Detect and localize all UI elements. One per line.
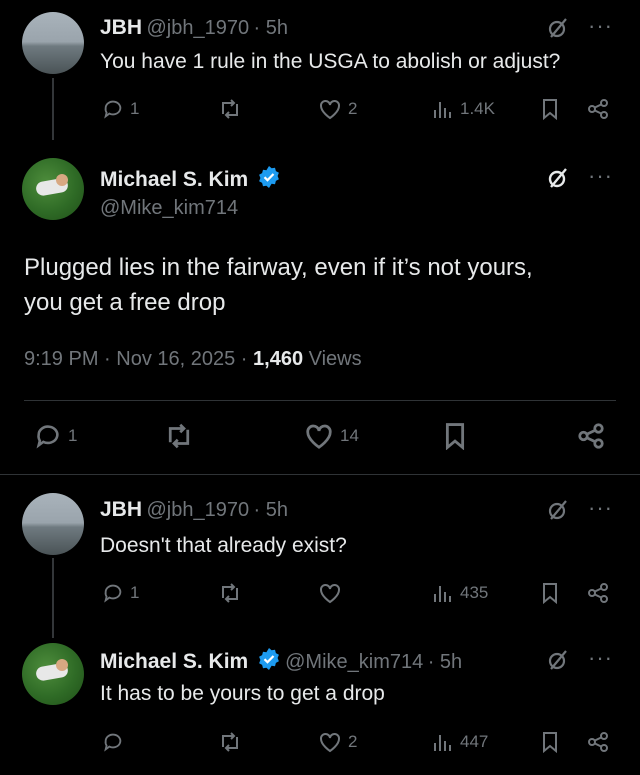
reply-icon (104, 733, 122, 752)
share-icon (588, 732, 608, 752)
bookmark-button[interactable] (442, 422, 468, 450)
author-handle[interactable]: @jbh_1970 (146, 17, 249, 39)
like-button[interactable]: 2 (318, 731, 357, 753)
tweet-text: Plugged lies in the fairway, even if it’… (24, 250, 533, 320)
grok-icon[interactable] (546, 648, 570, 677)
author-name[interactable]: Michael S. Kim (100, 168, 248, 191)
bookmark-button[interactable] (540, 98, 560, 120)
more-icon[interactable]: ··· (588, 645, 613, 671)
grok-icon[interactable] (546, 498, 570, 527)
reply-button[interactable]: 1 (34, 422, 77, 450)
share-button[interactable] (586, 731, 610, 753)
author-handle[interactable]: @jbh_1970 (146, 499, 249, 521)
repost-button[interactable] (218, 98, 242, 120)
verified-badge-icon (258, 166, 279, 188)
repost-button[interactable] (218, 731, 242, 753)
share-icon (588, 583, 608, 603)
post-time[interactable]: · 5h (254, 17, 288, 39)
reply-icon (104, 100, 122, 119)
avatar[interactable] (22, 12, 84, 74)
reply-count: 1 (68, 426, 78, 445)
view-count: 1.4K (460, 99, 495, 118)
share-icon (578, 423, 604, 449)
avatar[interactable] (22, 643, 84, 705)
views-count: 1,460 (253, 348, 304, 370)
views-button[interactable]: 435 (432, 582, 488, 604)
post-time[interactable]: · 5h (428, 651, 462, 673)
divider (24, 400, 616, 401)
tweet-text: It has to be yours to get a drop (100, 682, 385, 705)
bookmark-button[interactable] (540, 582, 560, 604)
views-button[interactable]: 447 (432, 731, 488, 753)
timestamp[interactable]: 9:19 PM · Nov 16, 2025 · (24, 348, 253, 370)
views-icon (434, 735, 451, 751)
author-name[interactable]: JBH (100, 498, 142, 521)
tweet-header: Michael S. Kim @Mike_kim714 · 5h (100, 647, 462, 674)
grok-icon[interactable] (546, 16, 570, 45)
share-button[interactable] (576, 422, 606, 450)
grok-icon[interactable] (546, 166, 570, 195)
thread-line (52, 558, 54, 638)
tweet-header: Michael S. Kim (100, 165, 281, 192)
author-handle[interactable]: @Mike_kim714 (285, 651, 423, 673)
share-button[interactable] (586, 98, 610, 120)
view-count: 447 (460, 732, 489, 751)
bookmark-icon (543, 732, 557, 753)
like-count: 2 (348, 732, 358, 751)
heart-icon (320, 99, 340, 120)
more-icon[interactable]: ··· (588, 13, 613, 39)
bookmark-button[interactable] (540, 731, 560, 753)
more-icon[interactable]: ··· (588, 163, 613, 189)
reply-count: 1 (130, 99, 140, 118)
views-label: Views (303, 348, 362, 370)
more-icon[interactable]: ··· (588, 495, 613, 521)
repost-button[interactable] (164, 422, 194, 450)
views-button[interactable]: 1.4K (432, 98, 495, 120)
reply-button[interactable]: 1 (102, 98, 139, 120)
author-handle[interactable]: @Mike_kim714 (100, 197, 238, 220)
bookmark-icon (445, 423, 465, 450)
avatar[interactable] (22, 493, 84, 555)
like-count: 14 (340, 426, 359, 445)
heart-icon (320, 732, 340, 753)
bookmark-icon (543, 99, 557, 120)
author-name[interactable]: JBH (100, 16, 142, 39)
heart-icon (306, 424, 332, 449)
tweet-meta: 9:19 PM · Nov 16, 2025 · 1,460 Views (24, 348, 362, 371)
thread-line (52, 78, 54, 140)
tweet-text-line: Plugged lies in the fairway, even if it’… (24, 254, 533, 281)
tweet-text-line: you get a free drop (24, 289, 226, 316)
like-count: 2 (348, 99, 358, 118)
tweet-text: You have 1 rule in the USGA to abolish o… (100, 50, 561, 73)
repost-icon (168, 423, 190, 449)
like-button[interactable] (318, 582, 348, 604)
reply-icon (36, 425, 59, 449)
reply-button[interactable] (102, 731, 130, 753)
tweet-text: Doesn't that already exist? (100, 534, 347, 557)
views-icon (434, 586, 451, 602)
like-button[interactable]: 14 (304, 422, 359, 450)
repost-button[interactable] (218, 582, 242, 604)
views-icon (434, 102, 451, 118)
repost-icon (222, 99, 238, 119)
share-button[interactable] (586, 582, 610, 604)
avatar[interactable] (22, 158, 84, 220)
tweet-header: JBH @jbh_1970 · 5h (100, 498, 288, 522)
reply-button[interactable]: 1 (102, 582, 139, 604)
verified-badge-icon (258, 648, 279, 670)
heart-icon (320, 583, 340, 604)
tweet-header: JBH @jbh_1970 · 5h (100, 16, 288, 40)
divider (0, 474, 640, 475)
reply-count: 1 (130, 583, 140, 602)
post-time[interactable]: · 5h (254, 499, 288, 521)
bookmark-icon (543, 583, 557, 604)
share-icon (588, 99, 608, 119)
view-count: 435 (460, 583, 489, 602)
author-name[interactable]: Michael S. Kim (100, 650, 248, 673)
reply-icon (104, 584, 122, 603)
like-button[interactable]: 2 (318, 98, 357, 120)
repost-icon (222, 732, 238, 752)
repost-icon (222, 583, 238, 603)
